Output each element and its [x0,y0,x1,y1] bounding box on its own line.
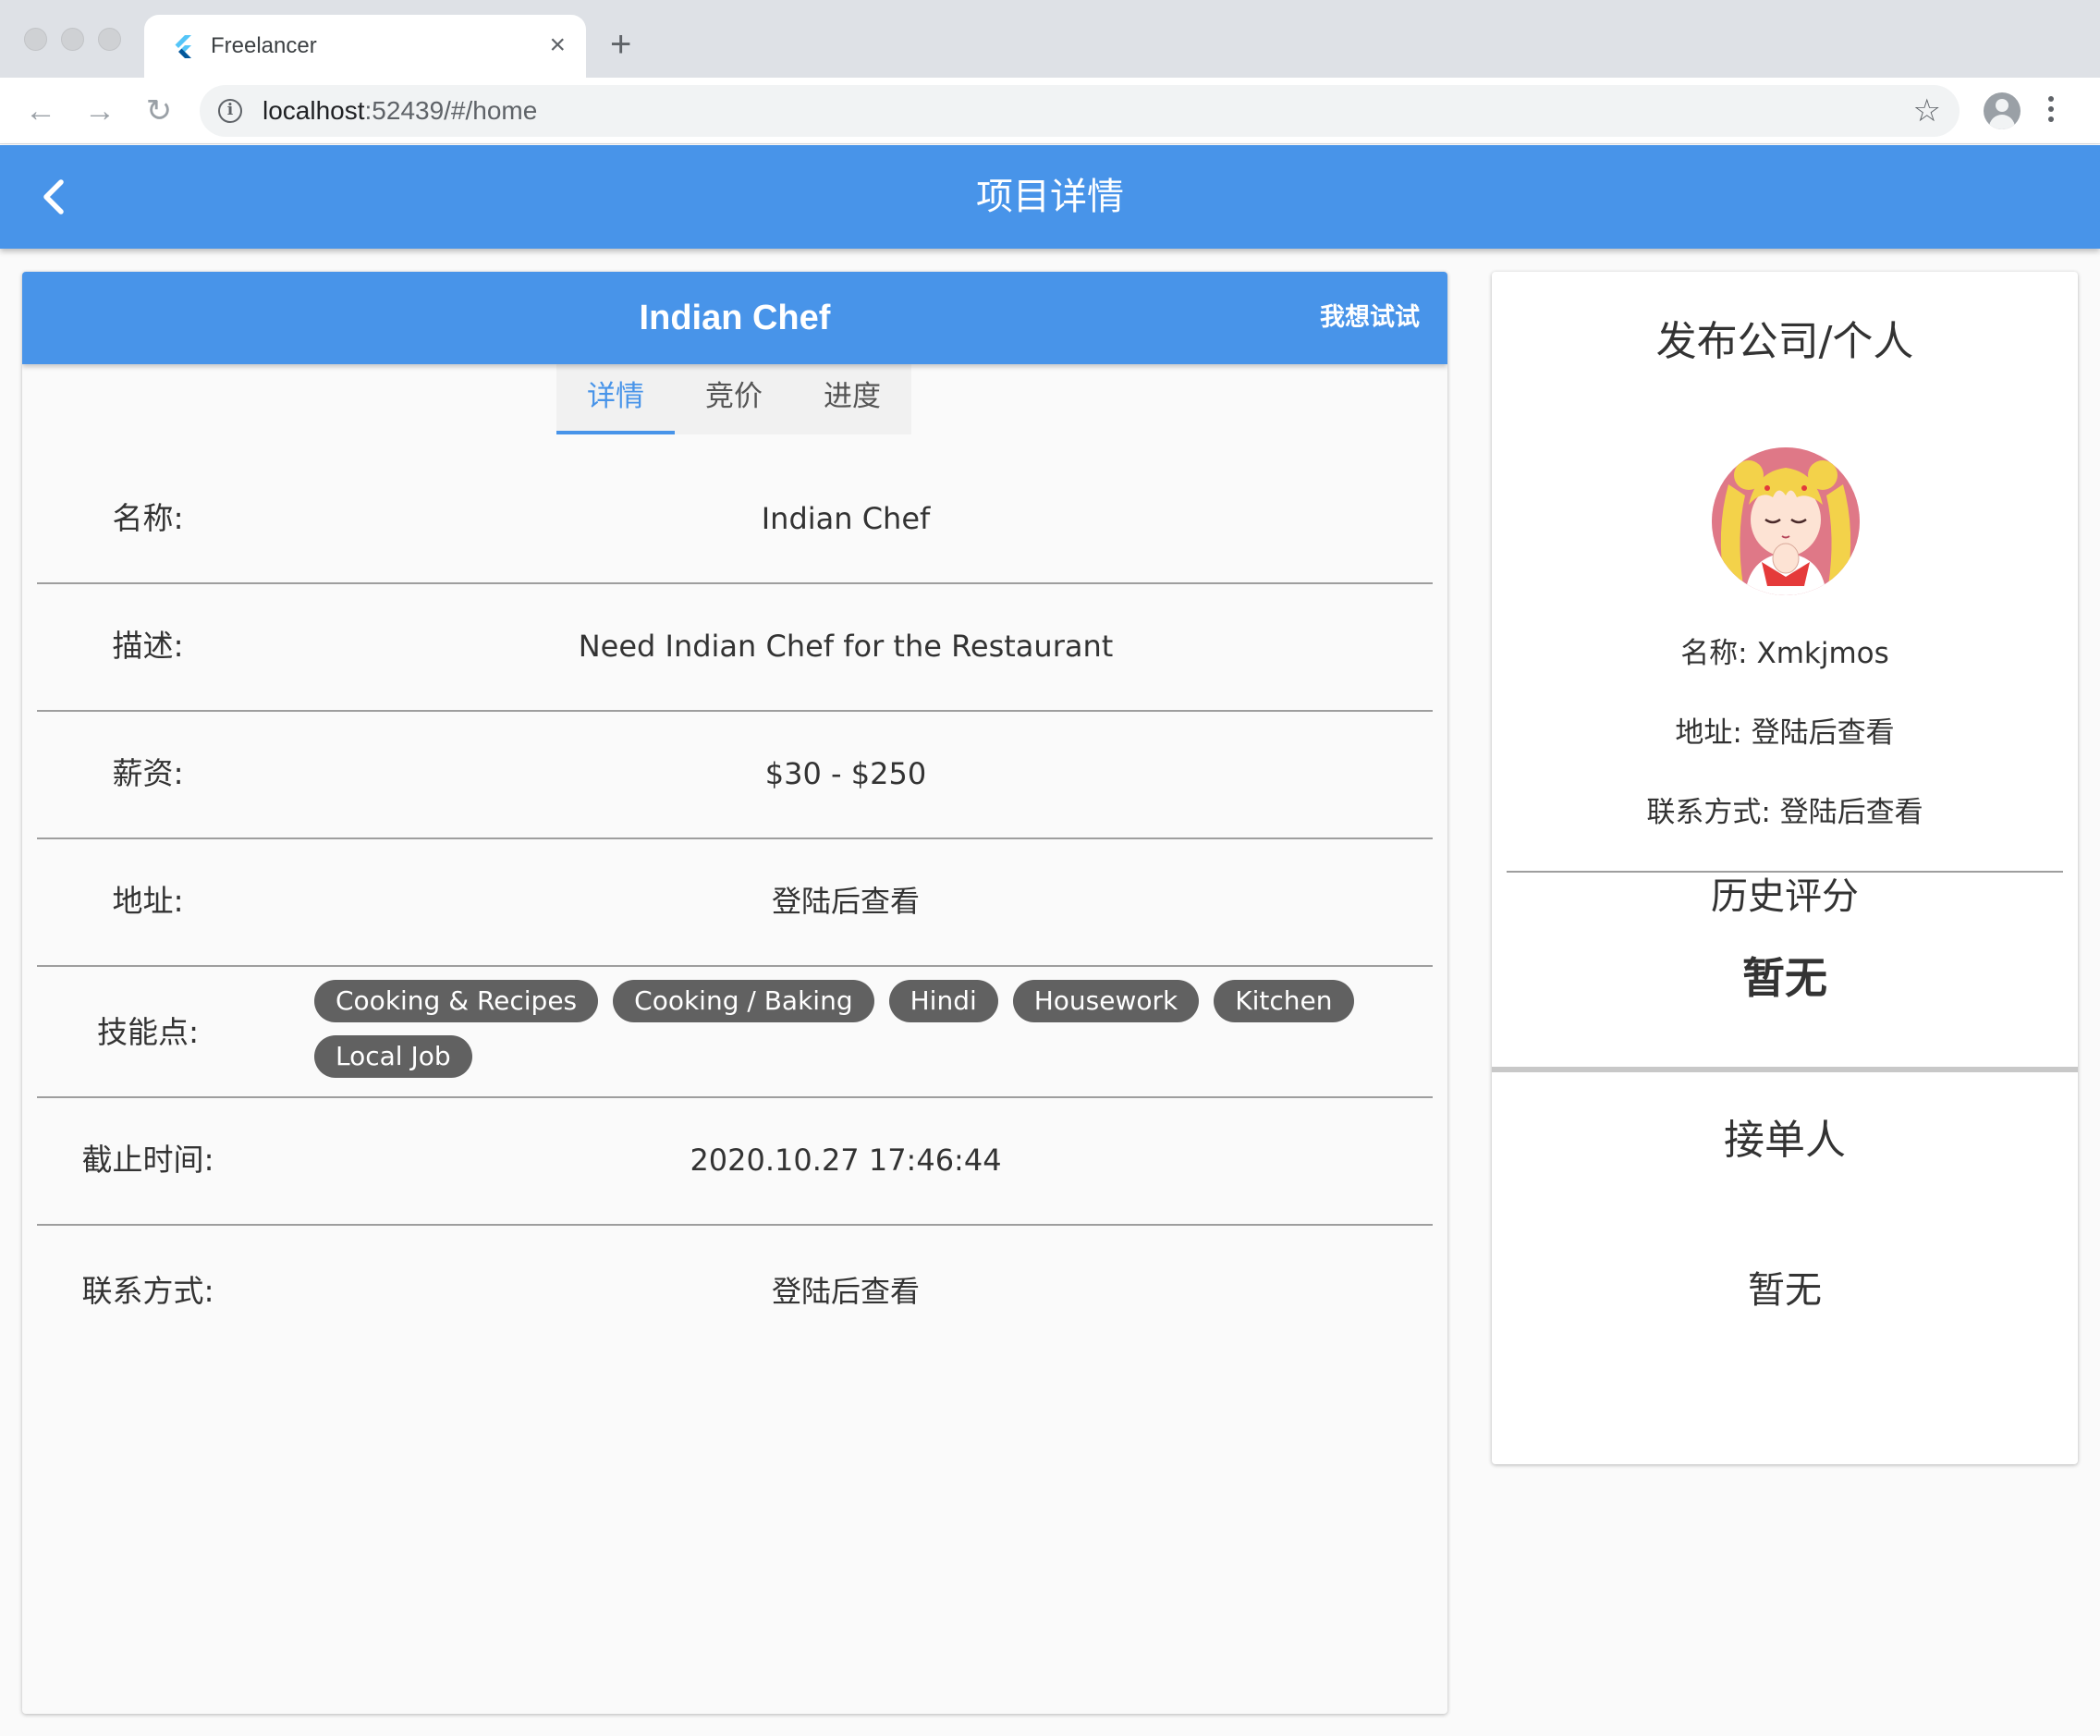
row-value: Indian Chef [761,501,931,536]
new-tab-button[interactable]: + [610,24,631,65]
row-label: 技能点: [96,1014,200,1050]
row-description: 描述: Need Indian Chef for the Restaurant [37,584,1433,712]
reload-icon[interactable]: ↻ [137,89,181,133]
detail-rows: 名称: Indian Chef 描述: Need Indian Chef for… [37,457,1433,1353]
row-value: 2020.10.27 17:46:44 [690,1143,1002,1178]
window-minimize-dot[interactable] [61,28,84,51]
publisher-address: 地址: 登陆后查看 [1675,716,1895,750]
info-icon[interactable]: i [218,99,242,123]
row-skills: 技能点: Cooking & Recipes Cooking / Baking … [37,967,1433,1098]
window-close-dot[interactable] [24,28,47,51]
url-path: :52439/#/home [364,96,538,125]
browser-tabstrip: Freelancer × + [0,0,2100,78]
row-label: 截止时间: [81,1142,214,1178]
rating-value: 暂无 [1742,953,1827,1003]
browser-tab[interactable]: Freelancer × [144,15,586,78]
tab-close-icon[interactable]: × [549,30,566,61]
skill-chip[interactable]: Housework [1012,980,1200,1022]
tab-bids[interactable]: 竞价 [675,364,793,434]
row-value: $30 - $250 [764,756,927,791]
detail-tabs: 详情 竞价 进度 [556,364,911,434]
project-title: Indian Chef [639,299,831,337]
row-salary: 薪资: $30 - $250 [37,712,1433,839]
row-deadline: 截止时间: 2020.10.27 17:46:44 [37,1098,1433,1226]
forward-arrow-icon[interactable]: → [78,89,122,133]
publisher-title: 发布公司/个人 [1655,318,1914,365]
taker-title: 接单人 [1724,1117,1846,1164]
skill-chip[interactable]: Hindi [888,980,998,1022]
skill-chip[interactable]: Local Job [314,1035,472,1078]
row-value: 登陆后查看 [771,884,920,919]
skill-chip[interactable]: Cooking / Baking [613,980,874,1022]
rating-title: 历史评分 [1711,875,1859,918]
publisher-contact: 联系方式: 登陆后查看 [1646,796,1923,829]
app-bar: 项目详情 [0,145,2100,249]
row-label: 地址: [112,883,184,919]
row-label: 薪资: [112,755,184,791]
browser-toolbar: ← → ↻ i localhost:52439/#/home ☆ [0,78,2100,144]
url-text[interactable]: localhost:52439/#/home [262,96,537,126]
page-title: 项目详情 [976,176,1124,218]
row-label: 描述: [112,628,184,664]
address-bar[interactable]: i localhost:52439/#/home ☆ [200,85,1960,137]
row-value: Need Indian Chef for the Restaurant [578,629,1114,664]
skill-chips: Cooking & Recipes Cooking / Baking Hindi… [314,980,1377,1091]
back-arrow-icon[interactable]: ← [18,89,63,133]
publisher-avatar[interactable] [1712,447,1860,595]
project-detail-card: Indian Chef 我想试试 详情 竞价 进度 名称: Indian Che… [22,272,1447,1714]
taker-value: 暂无 [1748,1269,1822,1312]
tab-indicator [556,431,675,434]
flutter-icon [175,35,191,58]
row-name: 名称: Indian Chef [37,457,1433,584]
skill-chip[interactable]: Cooking & Recipes [314,980,599,1022]
try-button[interactable]: 我想试试 [1320,300,1420,336]
window-zoom-dot[interactable] [98,28,121,51]
project-header: Indian Chef 我想试试 [22,272,1447,364]
row-address: 地址: 登陆后查看 [37,839,1433,967]
profile-avatar-icon[interactable] [1984,92,2021,129]
row-label: 联系方式: [81,1273,214,1309]
publisher-card: 发布公司/个人 名称: Xmkjmos 地址: 登陆后查看 联系方式: 登陆后查… [1492,272,2078,1464]
more-menu-icon[interactable] [2048,96,2056,126]
row-value: 登陆后查看 [771,1274,920,1309]
row-label: 名称: [112,500,184,536]
publisher-name: 名称: Xmkjmos [1680,637,1889,670]
skill-chip[interactable]: Kitchen [1214,980,1354,1022]
url-host: localhost [262,96,365,125]
bookmark-star-icon[interactable]: ☆ [1913,92,1941,129]
row-contact: 联系方式: 登陆后查看 [37,1226,1433,1353]
tab-details[interactable]: 详情 [556,364,675,434]
section-divider [1492,1067,2078,1072]
tab-progress[interactable]: 进度 [793,364,911,434]
tab-title: Freelancer [211,33,317,58]
